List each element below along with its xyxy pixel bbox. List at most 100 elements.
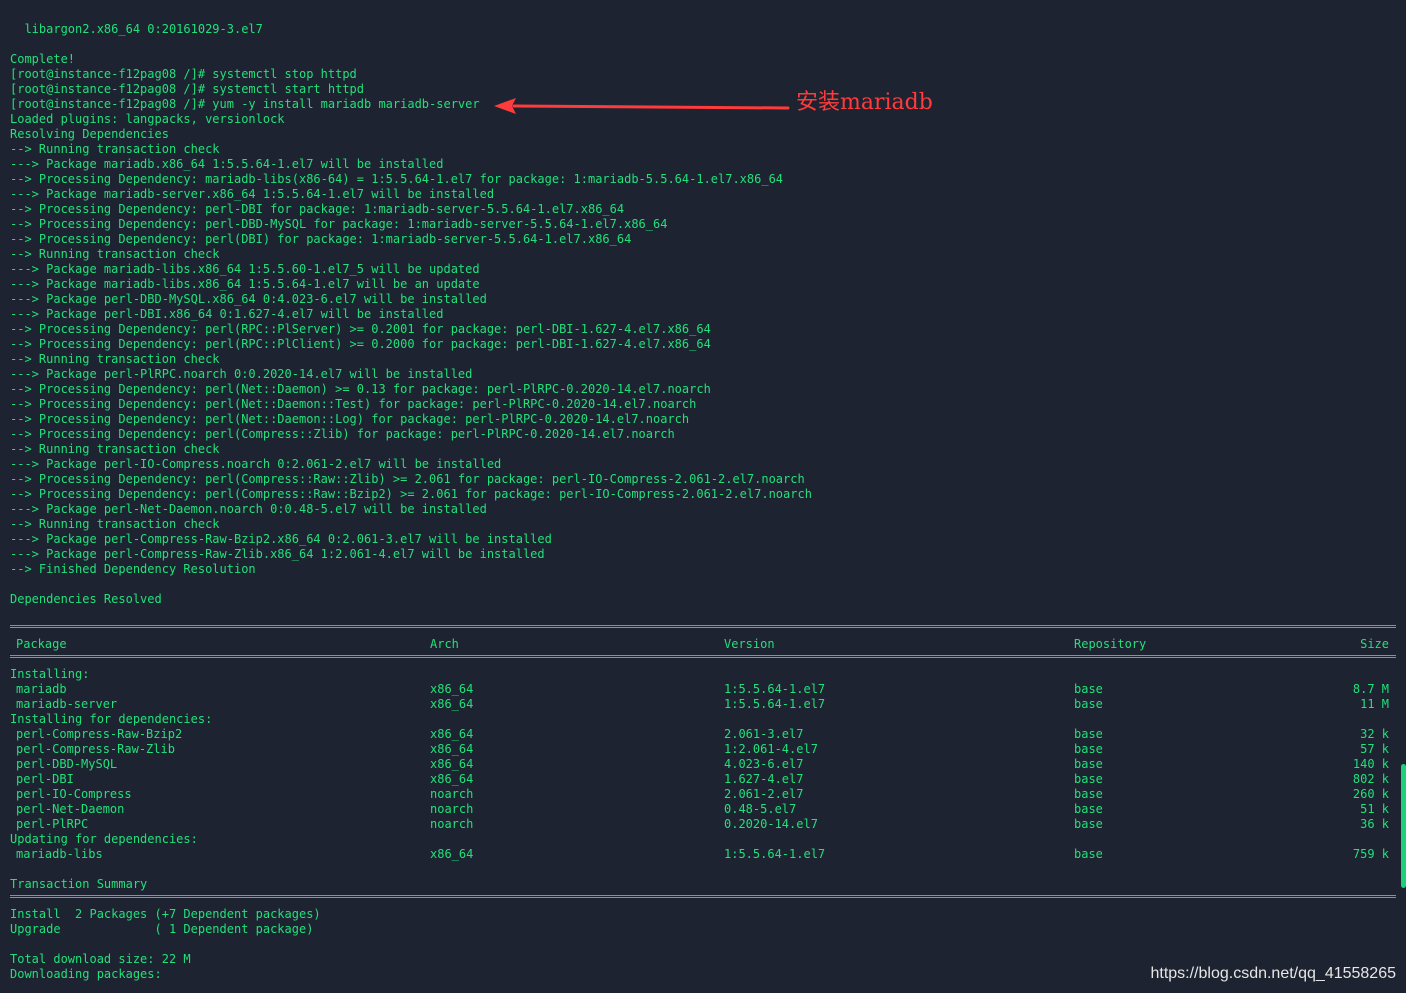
table-cell-repo: base xyxy=(1074,787,1103,801)
terminal-line: --> Processing Dependency: perl(RPC::PlC… xyxy=(10,337,711,351)
table-cell-pkg: perl-DBD-MySQL xyxy=(16,757,118,771)
terminal-line: --> Processing Dependency: perl(Net::Dae… xyxy=(10,412,690,426)
table-cell-ver: 1.627-4.el7 xyxy=(724,772,804,786)
terminal-line: Complete! xyxy=(10,52,76,66)
terminal-line: ---> Package mariadb-libs.x86_64 1:5.5.6… xyxy=(10,277,480,291)
terminal-line: Dependencies Resolved xyxy=(10,592,162,606)
table-cell-ver: 4.023-6.el7 xyxy=(724,757,804,771)
terminal-line: --> Processing Dependency: perl(RPC::PlS… xyxy=(10,322,711,336)
table-cell-ver: 2.061-2.el7 xyxy=(724,787,804,801)
terminal-line: Updating for dependencies: xyxy=(10,832,198,846)
annotation-label: 安装mariadb xyxy=(796,90,933,115)
terminal-line: ---> Package perl-Net-Daemon.noarch 0:0.… xyxy=(10,502,487,516)
table-cell-arch: x86_64 xyxy=(430,742,474,756)
table-cell-arch: x86_64 xyxy=(430,682,474,696)
table-cell-pkg: mariadb-libs xyxy=(16,847,103,861)
table-cell-pkg: Package xyxy=(16,637,67,651)
table-cell-repo: base xyxy=(1074,757,1103,771)
table-cell-pkg: perl-PlRPC xyxy=(16,817,89,831)
table-cell-arch: Arch xyxy=(430,637,459,651)
table-cell-ver: 2.061-3.el7 xyxy=(724,727,804,741)
terminal-line: libargon2.x86_64 0:20161029-3.el7 xyxy=(10,22,263,36)
terminal-line: Upgrade ( 1 Dependent package) xyxy=(10,922,314,936)
terminal-line: ---> Package perl-Compress-Raw-Bzip2.x86… xyxy=(10,532,552,546)
table-cell-pkg: perl-IO-Compress xyxy=(16,787,132,801)
table-cell-size: 759 k xyxy=(1352,847,1389,861)
terminal-line: --> Processing Dependency: mariadb-libs(… xyxy=(10,172,784,186)
terminal-line: --> Running transaction check xyxy=(10,247,220,261)
terminal-line: --> Processing Dependency: perl-DBI for … xyxy=(10,202,625,216)
table-cell-size: Size xyxy=(1360,637,1389,651)
terminal-line: ---> Package perl-Compress-Raw-Zlib.x86_… xyxy=(10,547,545,561)
table-row: perl-PlRPC noarch 0.2020-14.el7 base 36 k xyxy=(10,817,1396,832)
table-row: mariadb-libs x86_64 1:5.5.64-1.el7 base 759 … xyxy=(10,847,1396,862)
table-cell-size: 57 k xyxy=(1360,742,1389,756)
terminal-line: [root@instance-f12pag08 /]# systemctl st… xyxy=(10,67,357,81)
terminal-line: --> Processing Dependency: perl(Compress… xyxy=(10,487,812,501)
terminal-line: Install 2 Packages (+7 Dependent package… xyxy=(10,907,321,921)
table-cell-repo: base xyxy=(1074,802,1103,816)
table-row: mariadb-server x86_64 1:5.5.64-1.el7 base 11… xyxy=(10,697,1396,712)
terminal-line: --> Finished Dependency Resolution xyxy=(10,562,256,576)
terminal-line: --> Processing Dependency: perl(Net::Dae… xyxy=(10,397,697,411)
table-cell-arch: x86_64 xyxy=(430,697,474,711)
scrollbar-thumb[interactable] xyxy=(1401,764,1406,888)
table-cell-pkg: perl-Net-Daemon xyxy=(16,802,125,816)
table-row: perl-Compress-Raw-Bzip2 x86_64 2.061-3.el7… xyxy=(10,727,1396,742)
table-row: perl-IO-Compress noarch 2.061-2.el7 base 260… xyxy=(10,787,1396,802)
terminal-line: --> Processing Dependency: perl-DBD-MySQ… xyxy=(10,217,668,231)
table-cell-ver: 1:5.5.64-1.el7 xyxy=(724,697,826,711)
terminal-line: --> Processing Dependency: perl(Compress… xyxy=(10,427,675,441)
terminal-line: --> Running transaction check xyxy=(10,352,220,366)
table-cell-size: 51 k xyxy=(1360,802,1389,816)
table-cell-repo: base xyxy=(1074,772,1103,786)
table-rule xyxy=(10,622,1396,637)
table-cell-repo: base xyxy=(1074,817,1103,831)
table-rule xyxy=(10,892,1396,907)
table-cell-ver: 1:5.5.64-1.el7 xyxy=(724,847,826,861)
table-cell-arch: x86_64 xyxy=(430,847,474,861)
table-cell-pkg: mariadb-server xyxy=(16,697,118,711)
table-row: perl-Compress-Raw-Zlib x86_64 1:2.061-4.el… xyxy=(10,742,1396,757)
table-cell-size: 11 M xyxy=(1360,697,1389,711)
terminal-output[interactable]: libargon2.x86_64 0:20161029-3.el7 Complet… xyxy=(10,22,1396,982)
table-cell-size: 36 k xyxy=(1360,817,1389,831)
terminal-line: ---> Package perl-DBI.x86_64 0:1.627-4.e… xyxy=(10,307,444,321)
table-cell-arch: x86_64 xyxy=(430,727,474,741)
watermark: https://blog.csdn.net/qq_41558265 xyxy=(1150,965,1396,982)
table-cell-arch: noarch xyxy=(430,787,474,801)
terminal-line: Installing for dependencies: xyxy=(10,712,213,726)
table-cell-size: 802 k xyxy=(1352,772,1389,786)
table-cell-size: 32 k xyxy=(1360,727,1389,741)
table-cell-pkg: perl-Compress-Raw-Zlib xyxy=(16,742,175,756)
terminal-line: ---> Package mariadb-libs.x86_64 1:5.5.6… xyxy=(10,262,480,276)
table-cell-arch: x86_64 xyxy=(430,772,474,786)
table-cell-repo: base xyxy=(1074,742,1103,756)
table-cell-ver: 1:2.061-4.el7 xyxy=(724,742,818,756)
table-cell-pkg: perl-Compress-Raw-Bzip2 xyxy=(16,727,183,741)
terminal-line: --> Processing Dependency: perl(Compress… xyxy=(10,472,805,486)
terminal-line: Transaction Summary xyxy=(10,877,148,891)
table-cell-pkg: mariadb xyxy=(16,682,67,696)
table-cell-size: 8.7 M xyxy=(1352,682,1389,696)
table-row: perl-Net-Daemon noarch 0.48-5.el7 base 51 k xyxy=(10,802,1396,817)
table-cell-repo: base xyxy=(1074,847,1103,861)
table-cell-ver: 0.2020-14.el7 xyxy=(724,817,818,831)
table-row: mariadb x86_64 1:5.5.64-1.el7 base 8.7 M xyxy=(10,682,1396,697)
terminal-line: --> Running transaction check xyxy=(10,517,220,531)
table-row: perl-DBD-MySQL x86_64 4.023-6.el7 base 140 k xyxy=(10,757,1396,772)
table-cell-ver: Version xyxy=(724,637,775,651)
table-row: perl-DBI x86_64 1.627-4.el7 base 802 k xyxy=(10,772,1396,787)
table-cell-arch: x86_64 xyxy=(430,757,474,771)
terminal-line: ---> Package perl-PlRPC.noarch 0:0.2020-… xyxy=(10,367,473,381)
table-cell-ver: 0.48-5.el7 xyxy=(724,802,797,816)
table-cell-repo: Repository xyxy=(1074,637,1147,651)
terminal-line: --> Running transaction check xyxy=(10,442,220,456)
table-header-row: Package Arch Version Repository Size xyxy=(10,637,1396,652)
terminal-line: --> Processing Dependency: perl(Net::Dae… xyxy=(10,382,711,396)
table-cell-repo: base xyxy=(1074,727,1103,741)
